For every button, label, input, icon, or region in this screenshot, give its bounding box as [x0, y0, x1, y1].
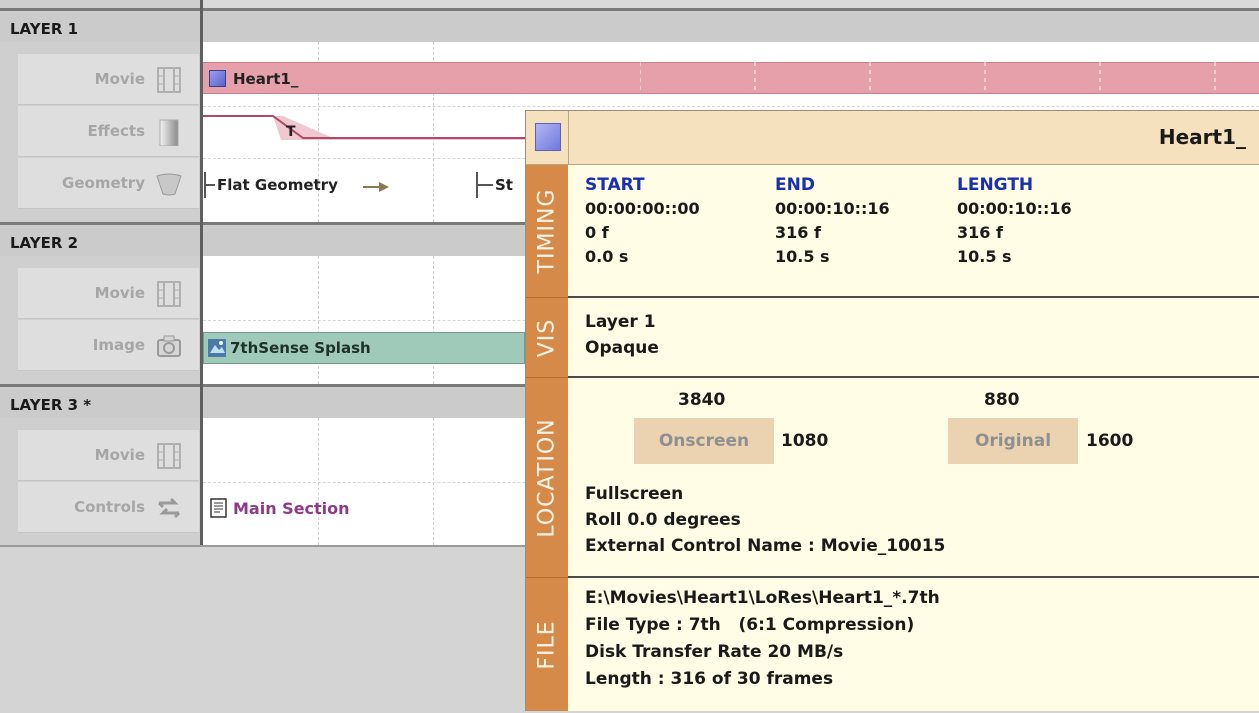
file-path: E:\Movies\Heart1\LoRes\Heart1_*.7th [585, 588, 940, 608]
layer-3-header[interactable]: LAYER 3 * [0, 384, 200, 418]
file-length: Length : 316 of 30 frames [585, 669, 834, 689]
tab-label: VIS [534, 318, 560, 357]
timing-value: 10.5 s [775, 247, 830, 266]
clip-info-popup: Heart1_ TIMING START END LENGTH 00:00:00… [525, 110, 1259, 711]
track-label: Movie [94, 446, 145, 464]
timing-header: START [585, 175, 645, 195]
film-icon [157, 443, 181, 469]
vis-layer: Layer 1 [585, 312, 656, 332]
popup-swatch-box [526, 111, 569, 164]
image-thumbnail-icon [208, 339, 226, 357]
film-icon [157, 67, 181, 93]
tab-timing: TIMING [526, 165, 568, 298]
clip-name: Heart1_ [233, 70, 299, 88]
layer-2-header[interactable]: LAYER 2 [0, 222, 200, 256]
original-label: Original [974, 431, 1052, 451]
geometry-clip[interactable]: Flat Geometry [217, 176, 338, 194]
track-label: Image [92, 336, 145, 354]
file-type: File Type : 7th (6:1 Compression) [585, 615, 915, 635]
external-control-name: External Control Name : Movie_10015 [585, 536, 946, 556]
gradient-icon [159, 119, 179, 146]
image-clip[interactable]: 7thSense Splash [203, 332, 525, 364]
tab-label: LOCATION [534, 417, 560, 538]
timing-value: 10.5 s [957, 247, 1012, 266]
document-icon [210, 498, 227, 518]
arrow-right-icon [363, 182, 389, 192]
effect-envelope[interactable] [203, 110, 533, 150]
track-layer3-movie[interactable]: Movie [18, 430, 199, 481]
tab-label: FILE [534, 620, 560, 670]
timing-value: 00:00:10::16 [775, 199, 890, 218]
timing-header: END [775, 175, 815, 195]
track-layer2-image[interactable]: Image [18, 320, 199, 371]
track-label: Movie [94, 284, 145, 302]
track-label: Controls [74, 498, 145, 516]
geometry-icon [156, 173, 182, 196]
track-layer1-movie[interactable]: Movie [18, 54, 199, 105]
timing-value: 00:00:10::16 [957, 199, 1072, 218]
clip-dashes [640, 62, 1216, 94]
popup-header: Heart1_ [526, 111, 1259, 165]
tab-file: FILE [526, 578, 568, 711]
effect-marker[interactable]: T [286, 124, 296, 140]
location-mode: Fullscreen [585, 484, 684, 504]
controls-clip[interactable]: Main Section [233, 499, 350, 518]
original-box: Original [948, 418, 1078, 464]
clip-name: 7thSense Splash [230, 339, 371, 357]
timeline-top-strip [203, 0, 1259, 8]
swap-arrows-icon [157, 497, 181, 519]
tab-location: LOCATION [526, 378, 568, 578]
onscreen-height: 1080 [781, 431, 829, 451]
timing-section: START END LENGTH 00:00:00::00 00:00:10::… [568, 165, 1259, 298]
grid-line [203, 106, 1259, 107]
timing-value: 316 f [775, 223, 821, 242]
popup-title: Heart1_ [1158, 125, 1246, 149]
original-width: 880 [984, 390, 1020, 410]
tab-vis: VIS [526, 298, 568, 378]
track-layer2-movie[interactable]: Movie [18, 268, 199, 319]
geometry-start-marker [476, 172, 493, 198]
location-section: 3840 Onscreen 1080 880 Original 1600 Ful… [568, 378, 1259, 578]
film-icon [157, 281, 181, 307]
camera-icon [157, 335, 181, 357]
tab-label: TIMING [534, 188, 560, 274]
vis-mode: Opaque [585, 338, 659, 358]
file-section: E:\Movies\Heart1\LoRes\Heart1_*.7th File… [568, 578, 1259, 711]
track-label: Effects [87, 122, 145, 140]
layer-1-band [203, 8, 1259, 42]
timing-value: 0 f [585, 223, 609, 242]
timing-value: 00:00:00::00 [585, 199, 700, 218]
onscreen-label: Onscreen [658, 431, 750, 451]
track-label: Movie [94, 70, 145, 88]
timing-value: 316 f [957, 223, 1003, 242]
disk-transfer-rate: Disk Transfer Rate 20 MB/s [585, 642, 844, 662]
onscreen-box: Onscreen [634, 418, 774, 464]
clip-color-swatch [535, 123, 561, 151]
original-height: 1600 [1086, 431, 1134, 451]
layer-1-header[interactable]: LAYER 1 [0, 8, 200, 42]
track-label: Geometry [62, 174, 145, 192]
clip-color-swatch [209, 70, 226, 87]
track-layer3-controls[interactable]: Controls [18, 482, 199, 533]
timing-value: 0.0 s [585, 247, 629, 266]
geometry-clip-2[interactable]: St [495, 176, 513, 194]
onscreen-width: 3840 [678, 390, 726, 410]
track-layer1-geometry[interactable]: Geometry [18, 158, 199, 209]
vis-section: Layer 1 Opaque [568, 298, 1259, 378]
geometry-start-marker [204, 172, 215, 198]
timing-header: LENGTH [957, 175, 1034, 195]
location-roll: Roll 0.0 degrees [585, 510, 741, 530]
track-layer1-effects[interactable]: Effects [18, 106, 199, 157]
